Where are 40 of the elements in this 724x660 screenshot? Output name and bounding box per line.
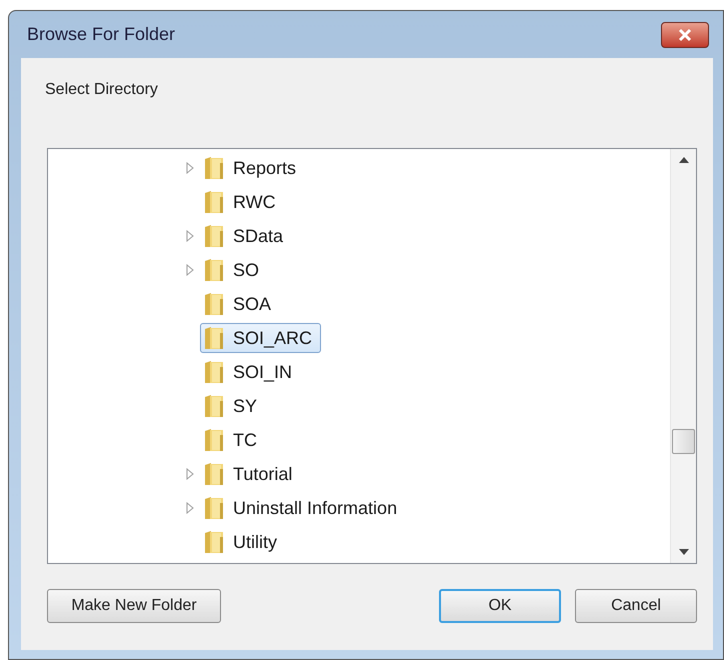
- folder-tree-item[interactable]: SOI_ARC: [200, 323, 322, 353]
- close-button[interactable]: [661, 22, 709, 48]
- folder-icon: [203, 529, 225, 555]
- folder-icon: [203, 291, 225, 317]
- scrollbar-thumb[interactable]: [672, 429, 695, 454]
- folder-icon: [203, 257, 225, 283]
- folder-icon: [203, 495, 225, 521]
- folder-icon: [203, 393, 225, 419]
- folder-tree-item[interactable]: RWC: [200, 187, 285, 217]
- expand-arrow-icon[interactable]: [186, 230, 194, 242]
- folder-tree-item[interactable]: Reports: [200, 153, 306, 183]
- folder-icon: [203, 189, 225, 215]
- folder-tree-item[interactable]: SOI_IN: [200, 357, 302, 387]
- prompt-text: Select Directory: [45, 80, 158, 100]
- expand-arrow-icon[interactable]: [186, 468, 194, 480]
- scroll-up-icon[interactable]: [678, 157, 688, 163]
- folder-tree-item[interactable]: SOA: [200, 289, 280, 319]
- folder-icon: [203, 461, 225, 487]
- folder-tree-item[interactable]: TC: [200, 425, 266, 455]
- folder-icon: [203, 427, 225, 453]
- dialog-button[interactable]: Cancel: [575, 589, 697, 623]
- folder-icon: [203, 155, 225, 181]
- folder-tree-item[interactable]: Uninstall Information: [200, 493, 406, 523]
- folder-tree-item[interactable]: SO: [200, 255, 268, 285]
- scrollbar[interactable]: [670, 149, 696, 563]
- scroll-down-icon[interactable]: [678, 549, 688, 555]
- folder-icon: [203, 359, 225, 385]
- expand-arrow-icon[interactable]: [186, 162, 194, 174]
- close-icon: [677, 28, 693, 42]
- folder-tree-item[interactable]: Tutorial: [200, 459, 302, 489]
- folder-tree-item[interactable]: Utility: [200, 527, 286, 557]
- folder-tree-item[interactable]: SY: [200, 391, 266, 421]
- make-new-folder-button[interactable]: Make New Folder: [47, 589, 221, 623]
- window-title: Browse For Folder: [27, 23, 176, 46]
- expand-arrow-icon[interactable]: [186, 502, 194, 514]
- expand-arrow-icon[interactable]: [186, 264, 194, 276]
- folder-icon: [203, 223, 225, 249]
- dialog-button[interactable]: OK: [439, 589, 561, 623]
- folder-icon: [203, 325, 225, 351]
- folder-tree-item[interactable]: SData: [200, 221, 292, 251]
